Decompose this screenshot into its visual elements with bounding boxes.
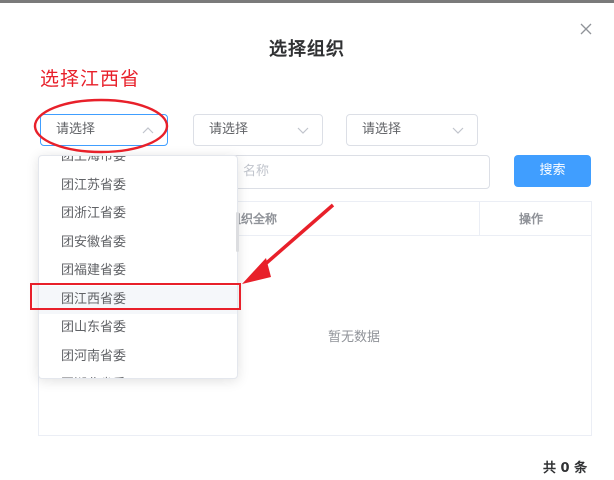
province-option-list: 团上海市委 团江苏省委 团浙江省委 团安徽省委 团福建省委 团江西省委 团山东省… (39, 156, 237, 378)
province-option[interactable]: 团河南省委 (39, 343, 237, 372)
search-button[interactable]: 搜索 (514, 155, 591, 187)
province-option[interactable]: 团安徽省委 (39, 229, 237, 258)
close-button[interactable] (578, 21, 594, 37)
district-select[interactable]: 请选择 (346, 114, 478, 146)
province-select[interactable]: 请选择 (40, 114, 168, 146)
pagination-total: 共 0 条 (543, 461, 588, 476)
province-option[interactable]: 团福建省委 (39, 257, 237, 286)
column-divider (479, 202, 480, 236)
chevron-up-icon (142, 127, 154, 134)
province-option[interactable]: 团湖北省委 (39, 371, 237, 378)
column-header-actions: 操作 (519, 212, 544, 226)
name-search-placeholder: 名称 (243, 164, 270, 179)
name-search-input[interactable]: 名称 (230, 155, 490, 189)
dropdown-scrollbar[interactable] (236, 212, 239, 252)
annotation-instruction: 选择江西省 (40, 68, 141, 90)
district-select-placeholder: 请选择 (362, 122, 402, 137)
close-icon (580, 23, 592, 35)
city-select-placeholder: 请选择 (209, 122, 249, 137)
province-dropdown: 团上海市委 团江苏省委 团浙江省委 团安徽省委 团福建省委 团江西省委 团山东省… (38, 155, 238, 379)
empty-state-text: 暂无数据 (327, 330, 380, 345)
province-option-partial[interactable]: 团上海市委 (39, 156, 237, 172)
annotation-highlight-box (30, 283, 241, 310)
province-option[interactable]: 团山东省委 (39, 314, 237, 343)
province-option[interactable]: 团浙江省委 (39, 200, 237, 229)
chevron-down-icon (452, 127, 464, 134)
province-select-placeholder: 请选择 (56, 122, 96, 137)
dialog-title: 选择组织 (269, 39, 345, 60)
city-select[interactable]: 请选择 (193, 114, 323, 146)
province-option[interactable]: 团江苏省委 (39, 172, 237, 201)
chevron-down-icon (297, 127, 309, 134)
